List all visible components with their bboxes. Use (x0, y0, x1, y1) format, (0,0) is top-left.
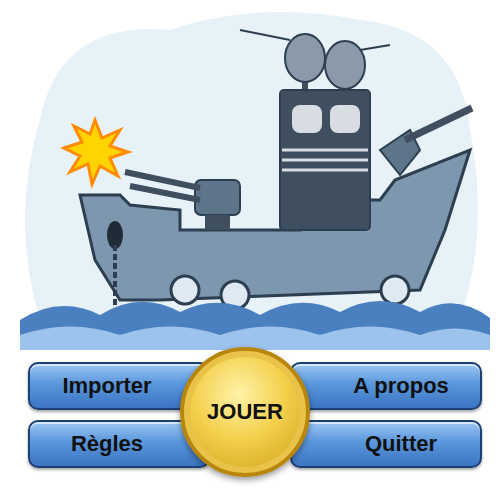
bridge-window (292, 105, 322, 133)
front-turret-icon (125, 172, 240, 230)
battleship-illustration (0, 0, 500, 350)
sea-waves (20, 301, 490, 350)
rear-cannon-icon (380, 108, 472, 175)
explosion-icon (64, 120, 128, 184)
bridge-tower (280, 90, 370, 230)
ship-hull (80, 150, 470, 300)
anchor-hole (107, 221, 123, 249)
play-button[interactable]: JOUER (180, 347, 310, 477)
wave-foam (20, 327, 490, 351)
main-menu-screen: ImporterA proposRèglesQuitterJOUER (0, 0, 500, 500)
menu-button[interactable]: A propos (290, 362, 482, 410)
menu-button[interactable]: Quitter (290, 420, 482, 468)
menu-panel: ImporterA proposRèglesQuitterJOUER (0, 350, 500, 468)
sky-backdrop (25, 12, 478, 320)
tower-stripes (282, 150, 368, 170)
bridge-window (330, 105, 360, 133)
